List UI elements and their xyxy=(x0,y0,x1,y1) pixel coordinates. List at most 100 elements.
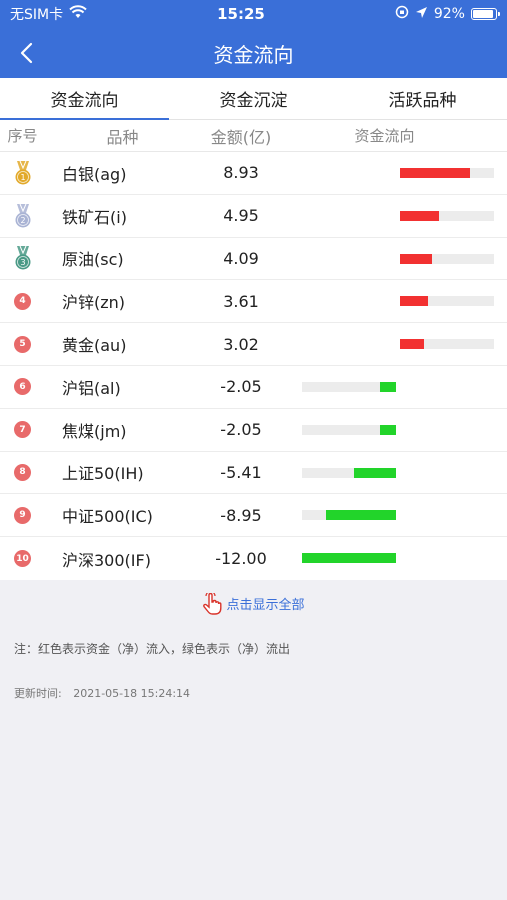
location-icon xyxy=(415,6,428,23)
show-all-button[interactable]: 点击显示全部 xyxy=(0,580,507,628)
flow-cell xyxy=(282,323,507,365)
tab-bar: 资金流向 资金沉淀 活跃品种 xyxy=(0,78,507,120)
gold-medal-icon: 1 xyxy=(15,160,30,185)
tab-label: 资金沉淀 xyxy=(219,91,288,111)
contract-name: 白银(ag) xyxy=(62,164,127,184)
back-button[interactable] xyxy=(16,41,40,65)
wifi-icon xyxy=(69,5,87,23)
contract-name: 原油(sc) xyxy=(62,250,124,270)
update-label: 更新时间: xyxy=(14,686,62,700)
rank-cell: 2 xyxy=(0,203,45,229)
table-row[interactable]: 6 沪铝(al) -2.05 xyxy=(0,366,507,409)
table-row[interactable]: 7 焦煤(jm) -2.05 xyxy=(0,409,507,452)
table-row[interactable]: 5 黄金(au) 3.02 xyxy=(0,323,507,366)
rank-badge: 7 xyxy=(14,421,31,439)
rank-badge: 8 xyxy=(14,463,31,481)
flow-cell xyxy=(282,366,507,408)
col-rank-header: 序号 xyxy=(7,127,38,145)
table-row[interactable]: 4 沪锌(zn) 3.61 xyxy=(0,280,507,324)
rank-cell: 10 xyxy=(0,550,45,568)
tab-fund-flow[interactable]: 资金流向 xyxy=(0,78,169,120)
svg-text:1: 1 xyxy=(20,173,25,182)
page-title: 资金流向 xyxy=(213,42,294,67)
rank-cell: 1 xyxy=(0,160,45,186)
inflow-track xyxy=(400,339,494,350)
inflow-track xyxy=(400,210,494,221)
contract-name: 焦煤(jm) xyxy=(62,421,127,441)
amount-value: 8.93 xyxy=(223,163,259,183)
table-row[interactable]: 8 上证50(IH) -5.41 xyxy=(0,452,507,495)
rank-badge: 5 xyxy=(14,335,31,353)
nav-bar: 资金流向 xyxy=(0,28,507,78)
contract-name: 上证50(IH) xyxy=(62,464,144,484)
inflow-track xyxy=(400,168,494,178)
contract-name: 黄金(au) xyxy=(62,336,127,356)
carrier-label: 无SIM卡 xyxy=(10,7,64,23)
table-header: 序号 品种 金额(亿) 资金流向 xyxy=(0,120,507,152)
table-body: 1 白银(ag) 8.93 2 铁矿石(i) 4.95 3 原油(sc) 4.09 4 沪锌(zn)… xyxy=(0,152,507,580)
svg-text:3: 3 xyxy=(20,258,25,267)
flow-cell xyxy=(282,537,507,580)
contract-name: 沪深300(IF) xyxy=(62,550,151,570)
outflow-bar xyxy=(302,553,396,564)
update-timestamp: 2021-05-18 15:24:14 xyxy=(73,686,191,700)
outflow-track xyxy=(302,381,396,392)
rank-cell: 7 xyxy=(0,421,45,439)
rank-cell: 4 xyxy=(0,292,45,310)
table-row[interactable]: 10 沪深300(IF) -12.00 xyxy=(0,537,507,580)
amount-value: 4.95 xyxy=(223,206,259,226)
clock: 15:25 xyxy=(217,5,265,23)
inflow-track xyxy=(400,296,494,307)
rank-cell: 3 xyxy=(0,245,45,271)
outflow-track xyxy=(302,424,396,435)
flow-cell xyxy=(282,195,507,237)
tab-label: 资金流向 xyxy=(50,91,119,111)
amount-value: 4.09 xyxy=(223,248,259,268)
inflow-bar xyxy=(400,210,439,221)
outflow-track xyxy=(302,553,396,564)
outflow-track xyxy=(302,467,396,478)
flow-cell xyxy=(282,452,507,494)
rank-badge: 10 xyxy=(14,550,31,568)
tab-label: 活跃品种 xyxy=(388,91,457,111)
amount-value: -2.05 xyxy=(220,377,262,397)
battery-icon xyxy=(470,8,500,20)
outflow-bar xyxy=(354,467,396,478)
rank-cell: 5 xyxy=(0,335,45,353)
inflow-track xyxy=(400,253,494,264)
rotation-lock-icon xyxy=(395,5,409,23)
tab-fund-accumulation[interactable]: 资金沉淀 xyxy=(169,78,338,119)
table-row[interactable]: 2 铁矿石(i) 4.95 xyxy=(0,195,507,238)
silver-medal-icon: 2 xyxy=(15,203,30,228)
rank-badge: 9 xyxy=(14,506,31,524)
table-row[interactable]: 3 原油(sc) 4.09 xyxy=(0,238,507,281)
flow-cell xyxy=(282,409,507,451)
status-bar: 无SIM卡 15:25 92% xyxy=(0,0,507,28)
contract-name: 沪铝(al) xyxy=(62,378,121,398)
amount-value: -8.95 xyxy=(220,505,262,525)
col-flow-header: 资金流向 xyxy=(354,127,415,145)
table-row[interactable]: 1 白银(ag) 8.93 xyxy=(0,152,507,195)
inflow-bar xyxy=(400,253,432,264)
tab-active-contracts[interactable]: 活跃品种 xyxy=(338,78,507,119)
hand-pointer-icon xyxy=(203,592,222,615)
contract-name: 铁矿石(i) xyxy=(62,207,127,227)
rank-cell: 6 xyxy=(0,378,45,396)
rank-badge: 6 xyxy=(14,378,31,396)
bronze-medal-icon: 3 xyxy=(15,246,30,270)
fund-flow-table: 序号 品种 金额(亿) 资金流向 1 白银(ag) 8.93 2 铁矿石(i) 4.95 3… xyxy=(0,120,507,580)
inflow-bar xyxy=(400,339,424,350)
flow-cell xyxy=(282,152,507,194)
svg-text:2: 2 xyxy=(20,216,25,225)
outflow-bar xyxy=(380,381,396,392)
inflow-bar xyxy=(400,168,470,178)
amount-value: 3.61 xyxy=(223,291,259,311)
amount-value: 3.02 xyxy=(223,334,259,354)
amount-value: -5.41 xyxy=(220,462,262,482)
rank-badge: 4 xyxy=(14,292,31,310)
outflow-bar xyxy=(326,510,396,521)
contract-name: 沪锌(zn) xyxy=(62,293,126,313)
amount-value: -12.00 xyxy=(215,549,267,569)
table-row[interactable]: 9 中证500(IC) -8.95 xyxy=(0,494,507,538)
col-amount-header: 金额(亿) xyxy=(210,127,272,147)
